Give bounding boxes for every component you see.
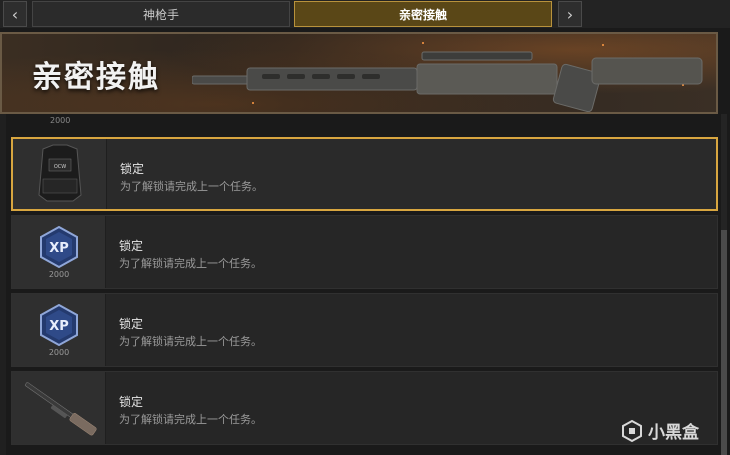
xp-badge-icon: XP xyxy=(40,304,78,346)
partial-item-label: 2000 xyxy=(50,116,71,125)
item-description: 为了解锁请完成上一个任务。 xyxy=(120,180,263,193)
watermark-logo-icon xyxy=(622,419,642,442)
scrollbar-thumb[interactable] xyxy=(721,230,727,455)
chevron-left-icon[interactable]: ‹ xyxy=(3,1,27,27)
xp-amount: 2000 xyxy=(48,348,70,357)
item-status: 锁定 xyxy=(119,317,144,331)
xp-amount: 2000 xyxy=(48,270,70,279)
challenge-banner: 亲密接触 xyxy=(0,32,718,114)
banner-title: 亲密接触 xyxy=(32,60,160,95)
reward-thumbnail: XP 2000 xyxy=(12,216,106,288)
reward-thumbnail xyxy=(12,372,106,444)
reward-thumbnail: OCW xyxy=(13,139,107,209)
reward-thumbnail: XP 2000 xyxy=(12,294,106,366)
item-description: 为了解锁请完成上一个任务。 xyxy=(119,335,262,348)
item-status: 锁定 xyxy=(120,162,145,176)
svg-text:XP: XP xyxy=(49,319,69,334)
rifle-image xyxy=(192,51,703,112)
tab-sharpshooter[interactable]: 神枪手 xyxy=(32,1,290,27)
tactical-vest-icon: OCW xyxy=(38,144,82,202)
item-status: 锁定 xyxy=(119,395,144,409)
shotgun-icon xyxy=(24,382,97,436)
watermark: 小黑盒 xyxy=(620,418,699,443)
item-status: 锁定 xyxy=(119,239,144,253)
scrollbar[interactable] xyxy=(721,114,727,455)
list-item-2[interactable]: XP 2000 锁定 为了解锁请完成上一个任务。 xyxy=(11,215,718,289)
item-description: 为了解锁请完成上一个任务。 xyxy=(119,257,262,270)
list-item-1[interactable]: OCW 锁定 为了解锁请完成上一个任务。 xyxy=(11,137,718,211)
left-edge xyxy=(0,114,6,455)
list-item-3[interactable]: XP 2000 锁定 为了解锁请完成上一个任务。 xyxy=(11,293,718,367)
svg-text:OCW: OCW xyxy=(54,164,66,170)
watermark-text: 小黑盒 xyxy=(648,423,699,443)
item-description: 为了解锁请完成上一个任务。 xyxy=(119,413,262,426)
svg-text:XP: XP xyxy=(49,241,69,256)
tab-bar: ‹ 神枪手 亲密接触 › xyxy=(0,0,730,28)
challenge-list: 2000 OCW 锁定 为了解锁请完成上一个任务。 XP 2000 锁定 为了解… xyxy=(0,114,730,455)
chevron-right-icon[interactable]: › xyxy=(558,1,582,27)
list-item-4[interactable]: 锁定 为了解锁请完成上一个任务。 xyxy=(11,371,718,445)
tab-close-contact[interactable]: 亲密接触 xyxy=(294,1,552,27)
xp-badge-icon: XP xyxy=(40,226,78,268)
